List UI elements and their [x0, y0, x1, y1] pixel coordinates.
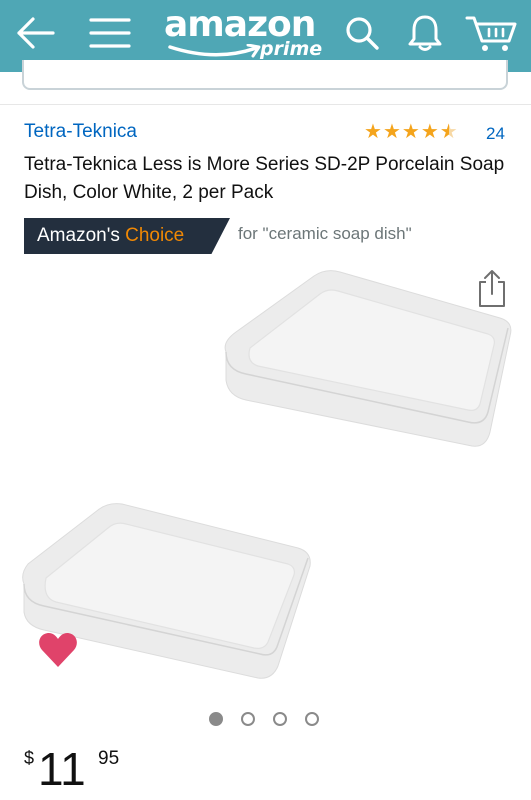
badge-keyword: for "ceramic soap dish": [238, 224, 412, 243]
star-full-icon: ★: [382, 121, 401, 143]
price-fraction: 95: [98, 748, 120, 769]
back-arrow-icon[interactable]: [12, 10, 58, 56]
price-whole: 11: [38, 743, 86, 795]
star-full-icon: ★: [420, 121, 439, 143]
badge-highlight: Choice: [125, 225, 185, 246]
brand-link[interactable]: Tetra-Teknica: [24, 121, 137, 143]
star-full-icon: ★: [401, 121, 420, 143]
hamburger-menu-icon[interactable]: [86, 10, 134, 56]
logo-prime: prime: [260, 38, 323, 60]
bell-icon[interactable]: [404, 10, 446, 56]
star-half-icon: ★: [439, 121, 458, 143]
soap-dish-top: [224, 270, 512, 447]
search-bar-edge[interactable]: [22, 60, 508, 90]
carousel-dot[interactable]: [273, 712, 287, 726]
carousel-dot[interactable]: [241, 712, 255, 726]
price-currency: $: [24, 748, 35, 768]
section-divider: [0, 104, 531, 105]
heart-icon[interactable]: [38, 632, 78, 668]
product-title: Tetra-Teknica Less is More Series SD-2P …: [24, 154, 505, 203]
product-image[interactable]: [14, 262, 520, 692]
rating-count-link[interactable]: 24: [486, 124, 505, 144]
smile-arrow-icon: [168, 44, 261, 58]
amazon-prime-logo[interactable]: amazon prime: [164, 4, 330, 66]
star-rating[interactable]: ★ ★ ★ ★ ★: [364, 121, 458, 143]
badge-prefix: Amazon's: [37, 225, 126, 246]
share-icon[interactable]: [476, 268, 508, 308]
carousel-dot[interactable]: [305, 712, 319, 726]
carousel-dot[interactable]: [209, 712, 223, 726]
star-full-icon: ★: [364, 121, 382, 143]
cart-icon[interactable]: [464, 10, 518, 56]
image-carousel-dots[interactable]: [209, 712, 319, 726]
amazons-choice-badge: Amazon's Choice: [24, 218, 230, 254]
search-icon[interactable]: [342, 10, 382, 56]
